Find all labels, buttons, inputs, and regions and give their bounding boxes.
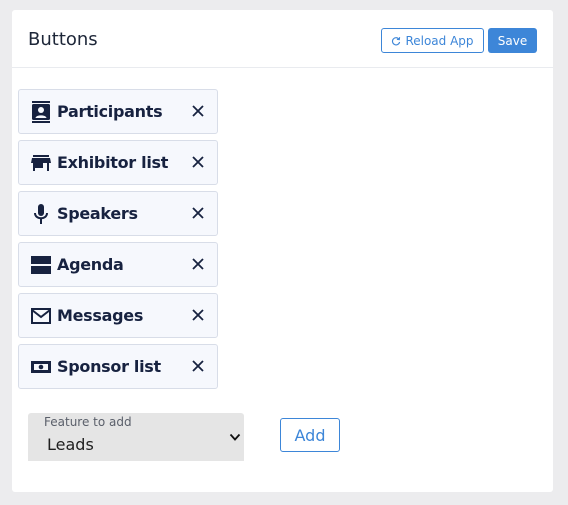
agenda-icon [30, 254, 52, 276]
remove-speakers-button[interactable] [190, 205, 206, 221]
feature-to-add-value: Leads [47, 435, 94, 454]
feature-label: Participants [57, 102, 163, 121]
remove-agenda-button[interactable] [190, 256, 206, 272]
close-icon [192, 156, 204, 168]
storefront-icon [30, 152, 52, 174]
feature-item-speakers[interactable]: Speakers [18, 191, 218, 236]
feature-item-messages[interactable]: Messages [18, 293, 218, 338]
feature-item-exhibitor-list[interactable]: Exhibitor list [18, 140, 218, 185]
contact-card-icon [30, 101, 52, 123]
close-icon [192, 360, 204, 372]
feature-item-agenda[interactable]: Agenda [18, 242, 218, 287]
feature-item-sponsor-list[interactable]: Sponsor list [18, 344, 218, 389]
remove-exhibitor-list-button[interactable] [190, 154, 206, 170]
reload-app-button[interactable]: Reload App [381, 28, 484, 53]
feature-label: Sponsor list [57, 357, 161, 376]
remove-participants-button[interactable] [190, 103, 206, 119]
close-icon [192, 258, 204, 270]
feature-label: Agenda [57, 255, 124, 274]
money-icon [30, 356, 52, 378]
buttons-panel: Buttons Reload App Save Participants Exh… [12, 10, 553, 492]
envelope-icon [30, 305, 52, 327]
panel-title: Buttons [28, 29, 98, 50]
feature-item-participants[interactable]: Participants [18, 89, 218, 134]
close-icon [192, 309, 204, 321]
microphone-icon [30, 203, 52, 225]
save-button[interactable]: Save [488, 28, 537, 53]
feature-label: Speakers [57, 204, 138, 223]
close-icon [192, 207, 204, 219]
feature-to-add-select[interactable]: Feature to add Leads [28, 413, 244, 461]
feature-label: Exhibitor list [57, 153, 169, 172]
chevron-down-icon [229, 433, 241, 441]
feature-label: Messages [57, 306, 144, 325]
remove-messages-button[interactable] [190, 307, 206, 323]
close-icon [192, 105, 204, 117]
remove-sponsor-list-button[interactable] [190, 358, 206, 374]
feature-list: Participants Exhibitor list Speakers Age… [18, 89, 218, 395]
reload-icon [392, 36, 401, 45]
add-button[interactable]: Add [280, 418, 340, 452]
reload-app-label: Reload App [405, 33, 474, 48]
feature-to-add-label: Feature to add [44, 415, 132, 429]
panel-header: Buttons Reload App Save [12, 10, 553, 68]
